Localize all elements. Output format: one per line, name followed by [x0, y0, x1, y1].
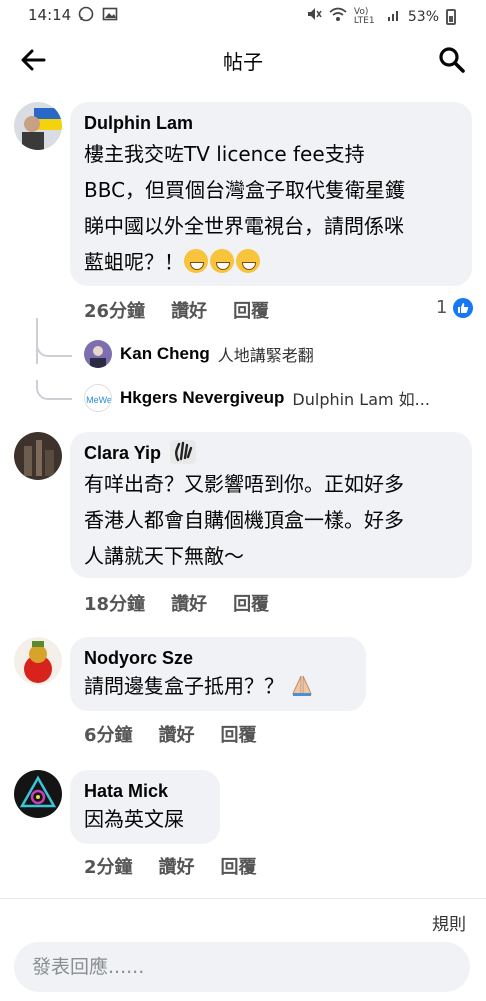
reply-button[interactable]: 回覆	[233, 297, 269, 323]
wifi-icon	[329, 6, 347, 27]
signal-icon	[387, 7, 401, 26]
like-button[interactable]: 讚好	[159, 853, 195, 879]
comment-author[interactable]: Clara Yip	[84, 443, 161, 463]
svg-text:MeWe: MeWe	[86, 395, 112, 405]
comment-text: 有咩出奇？又影響唔到你。正如好多 香港人都會自購個機頂盒一樣。好多 人講就天下無…	[84, 472, 404, 568]
whatsapp-icon	[78, 6, 94, 27]
like-button[interactable]: 讚好	[171, 297, 207, 323]
thread-branch	[36, 343, 72, 357]
comment-actions: 2分鐘 讚好 回覆	[84, 853, 257, 879]
reply-preview[interactable]: MeWe Hkgers Nevergiveup Dulphin Lam 如...	[84, 384, 474, 412]
rules-link[interactable]: 規則	[432, 910, 466, 935]
app-header: 帖子	[0, 30, 486, 88]
reply-button[interactable]: 回覆	[221, 721, 257, 747]
comment-text: 請問邊隻盒子抵用？？	[84, 671, 352, 705]
comment-time: 6分鐘	[84, 725, 133, 746]
like-button[interactable]: 讚好	[159, 721, 195, 747]
thumbs-up-icon	[453, 297, 474, 318]
comment-time: 18分鐘	[84, 594, 146, 615]
comment-text: 樓主我交咗TV licence fee支持 BBC，但買個台灣盒子取代隻衛星鑊 …	[84, 142, 406, 274]
folded-hands-emoji	[290, 673, 314, 705]
divider	[0, 898, 486, 899]
laughing-emoji	[236, 249, 260, 273]
avatar[interactable]: MeWe	[84, 384, 112, 412]
reply-snippet: Dulphin Lam 如...	[292, 390, 430, 409]
comment-bubble[interactable]: Hata Mick 因為英文屎	[70, 770, 220, 844]
reply-snippet: 人地講緊老翻	[217, 346, 314, 365]
like-button[interactable]: 讚好	[171, 590, 207, 616]
image-icon	[102, 6, 118, 27]
comment-time: 2分鐘	[84, 857, 133, 878]
waving-hand-emoji	[170, 440, 197, 464]
reply-author[interactable]: Hkgers Nevergiveup	[120, 388, 284, 408]
avatar[interactable]	[14, 637, 62, 685]
grinning-sweat-emoji	[210, 249, 234, 273]
comment-author[interactable]: Nodyorc Sze	[84, 645, 352, 671]
status-time: 14:14	[28, 6, 72, 24]
comment-actions: 6分鐘 讚好 回覆	[84, 721, 257, 747]
grinning-sweat-emoji	[184, 249, 208, 273]
reply-button[interactable]: 回覆	[233, 590, 269, 616]
comment-author[interactable]: Hata Mick	[84, 778, 206, 804]
comment-input[interactable]	[14, 942, 470, 992]
battery-percent: 53%	[407, 8, 439, 25]
reply-author[interactable]: Kan Cheng	[120, 344, 210, 364]
comment-time: 26分鐘	[84, 301, 146, 322]
comment-author[interactable]: Dulphin Lam	[84, 110, 458, 136]
comment-actions: 18分鐘 讚好 回覆	[84, 590, 269, 616]
avatar[interactable]	[84, 340, 112, 368]
reply-button[interactable]: 回覆	[221, 853, 257, 879]
page-title: 帖子	[223, 50, 263, 74]
comment-bubble[interactable]: Nodyorc Sze 請問邊隻盒子抵用？？	[70, 637, 366, 711]
mute-icon	[306, 6, 322, 27]
comment-text: 因為英文屎	[84, 807, 184, 831]
comment-bubble[interactable]: Clara Yip 有咩出奇？又影響唔到你。正如好多 香港人都會自購個機頂盒一樣…	[70, 432, 472, 578]
avatar[interactable]	[14, 770, 62, 818]
thread-line	[36, 318, 38, 364]
thread-branch	[36, 380, 72, 400]
search-icon	[439, 47, 465, 73]
comment-actions: 26分鐘 讚好 回覆	[84, 297, 269, 323]
status-bar: 14:14 Vo) LTE1 53%	[0, 0, 486, 30]
reaction-count: 1	[436, 297, 448, 318]
network-label: Vo) LTE1	[353, 6, 375, 26]
battery-icon	[446, 8, 456, 25]
search-button[interactable]	[436, 44, 468, 76]
reaction-summary[interactable]: 1	[436, 297, 474, 318]
avatar[interactable]	[14, 432, 62, 480]
avatar[interactable]	[14, 102, 62, 150]
reply-preview[interactable]: Kan Cheng 人地講緊老翻	[84, 340, 474, 368]
comment-bubble[interactable]: Dulphin Lam 樓主我交咗TV licence fee支持 BBC，但買…	[70, 102, 472, 286]
